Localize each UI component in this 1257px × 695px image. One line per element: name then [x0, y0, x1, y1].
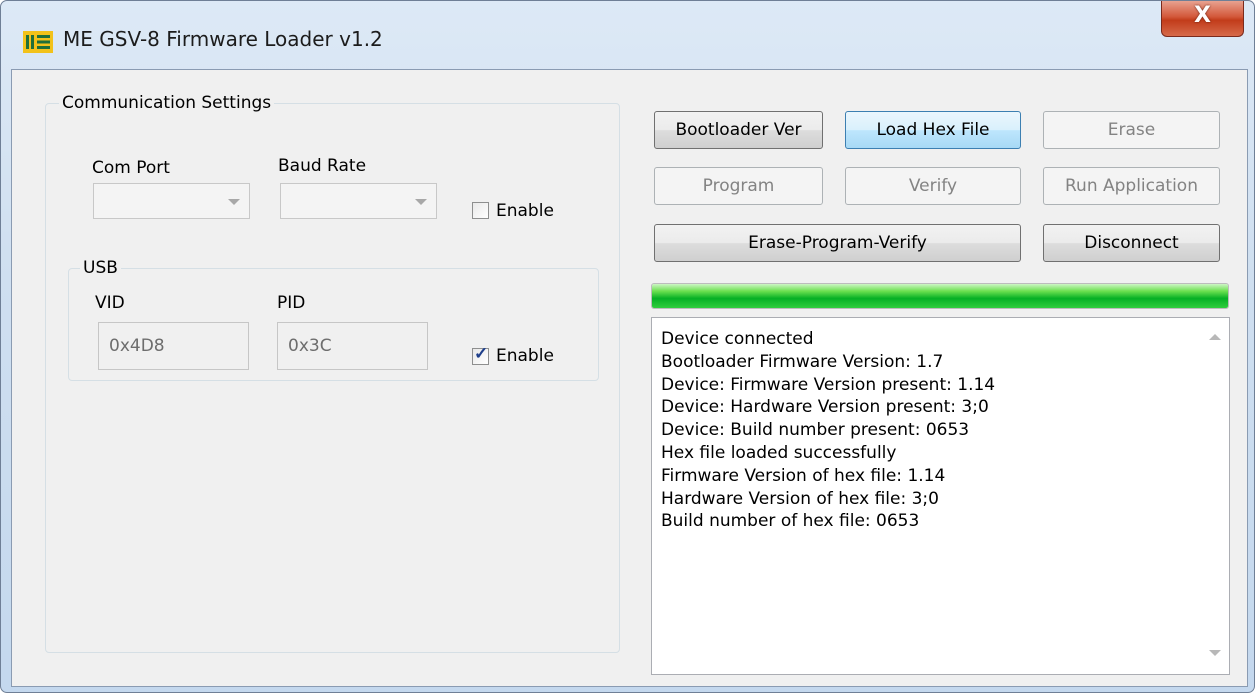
program-button[interactable]: Program	[654, 167, 823, 205]
pid-label: PID	[277, 293, 306, 313]
title-bar[interactable]: ME GSV-8 Firmware Loader v1.2 X	[1, 1, 1254, 69]
log-lines: Device connected Bootloader Firmware Vers…	[661, 328, 995, 533]
comm-enable-label[interactable]: Enable	[496, 201, 554, 221]
app-window: ME GSV-8 Firmware Loader v1.2 X Communic…	[0, 0, 1255, 693]
usb-enable-label[interactable]: Enable	[496, 346, 554, 366]
log-line: Build number of hex file: 0653	[661, 511, 920, 532]
progress-fill	[652, 284, 1228, 308]
load-hex-file-button[interactable]: Load Hex File	[845, 111, 1021, 149]
erase-button[interactable]: Erase	[1043, 111, 1220, 149]
usb-enable-checkbox[interactable]	[472, 344, 489, 365]
log-line: Device: Build number present: 0653	[661, 420, 970, 441]
com-port-label: Com Port	[92, 158, 170, 178]
vid-field[interactable]: 0x4D8	[98, 322, 249, 370]
usb-group-label: USB	[80, 258, 121, 278]
communication-settings-label: Communication Settings	[59, 93, 275, 113]
comm-enable-checkbox[interactable]	[472, 202, 489, 219]
baud-rate-label: Baud Rate	[278, 156, 367, 176]
me-logo-icon	[23, 31, 53, 53]
log-line: Device connected	[661, 329, 814, 349]
chevron-down-icon	[404, 184, 436, 218]
erase-program-verify-button[interactable]: Erase-Program-Verify	[654, 224, 1021, 262]
close-icon: X	[1194, 3, 1211, 28]
progress-bar	[651, 283, 1229, 309]
baud-rate-dropdown[interactable]	[280, 183, 437, 219]
scroll-down-icon[interactable]	[1209, 650, 1221, 656]
log-textbox[interactable]: Device connected Bootloader Firmware Vers…	[651, 317, 1230, 675]
vid-label: VID	[95, 293, 125, 313]
pid-field[interactable]: 0x3C	[277, 322, 428, 370]
bootloader-ver-button[interactable]: Bootloader Ver	[654, 111, 823, 149]
scroll-up-icon[interactable]	[1209, 334, 1221, 340]
run-application-button[interactable]: Run Application	[1043, 167, 1220, 205]
window-title: ME GSV-8 Firmware Loader v1.2	[63, 27, 383, 51]
com-port-dropdown[interactable]	[93, 183, 250, 219]
log-line: Device: Firmware Version present: 1.14	[661, 374, 996, 395]
log-line: Device: Hardware Version present: 3;0	[661, 397, 989, 418]
log-line: Hardware Version of hex file: 3;0	[661, 488, 939, 509]
log-line: Bootloader Firmware Version: 1.7	[661, 351, 944, 372]
close-button[interactable]: X	[1161, 1, 1244, 37]
client-area: Communication Settings Com Port Baud Rat…	[11, 69, 1248, 687]
log-line: Hex file loaded successfully	[661, 442, 897, 463]
verify-button[interactable]: Verify	[845, 167, 1021, 205]
disconnect-button[interactable]: Disconnect	[1043, 224, 1220, 262]
chevron-down-icon	[217, 184, 249, 218]
log-line: Firmware Version of hex file: 1.14	[661, 465, 946, 486]
